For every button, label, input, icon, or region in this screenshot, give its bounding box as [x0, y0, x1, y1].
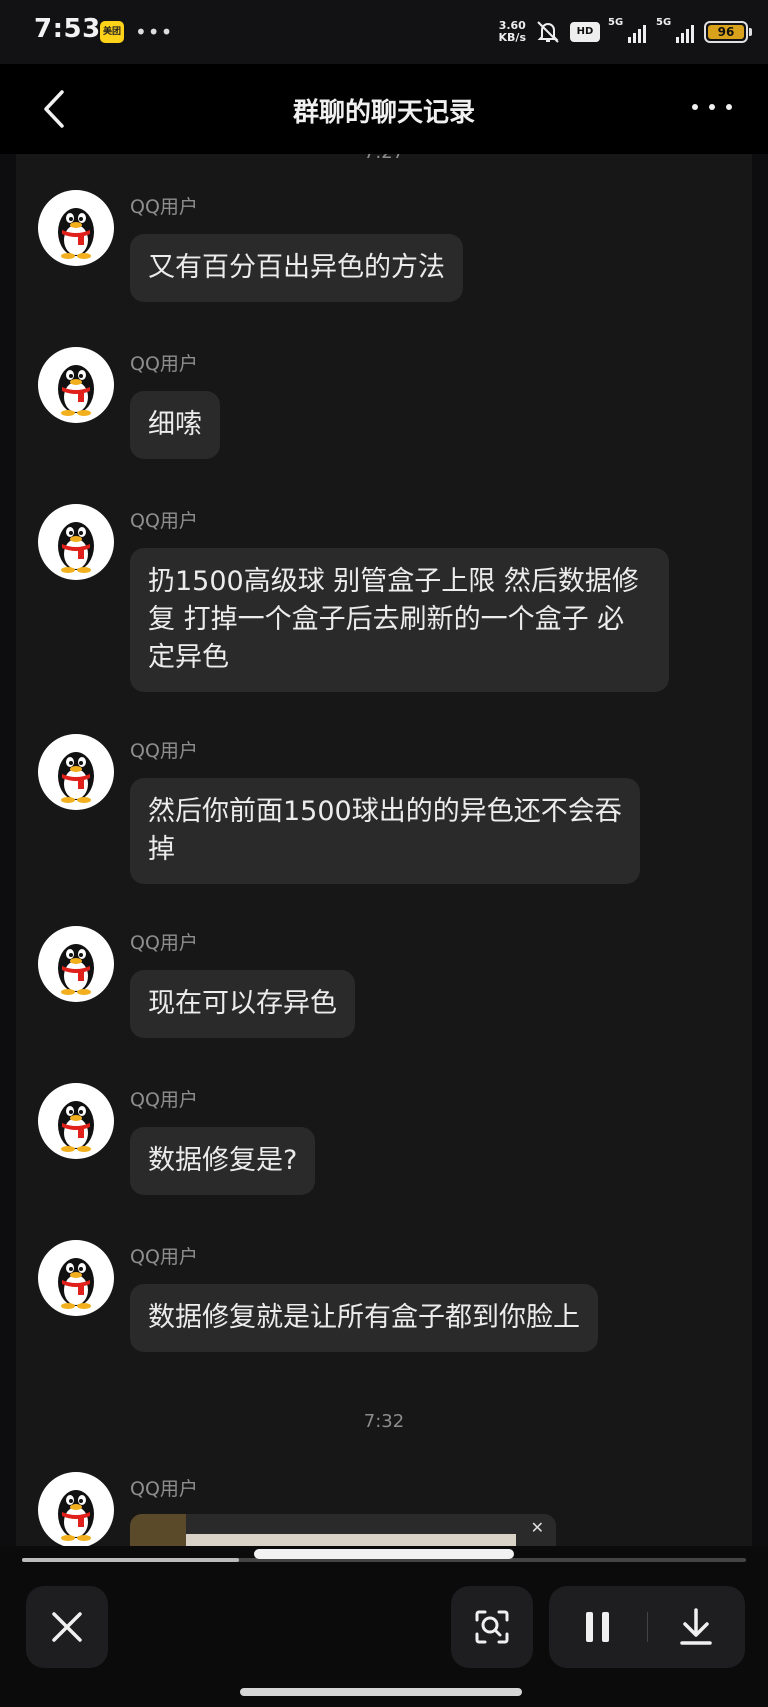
scan-search-icon: [475, 1610, 509, 1644]
bell-muted-icon: [537, 21, 559, 43]
qq-penguin-avatar-icon: [58, 522, 94, 573]
sender-name: QQ用户: [130, 1246, 198, 1268]
message-bubble[interactable]: 现在可以存异色: [130, 970, 355, 1038]
message-bubble[interactable]: 细嗦: [130, 391, 220, 459]
scan-search-button[interactable]: [451, 1586, 533, 1668]
more-horizontal-icon: [692, 104, 698, 110]
download-icon: [680, 1608, 712, 1645]
qq-penguin-avatar-icon: [58, 1258, 94, 1309]
close-icon: [52, 1612, 82, 1642]
avatar[interactable]: [38, 926, 114, 1002]
video-controls: [0, 1546, 768, 1707]
avatar[interactable]: [38, 347, 114, 423]
timestamp: 7:32: [363, 1411, 405, 1432]
download-button[interactable]: [647, 1586, 745, 1668]
chat-history[interactable]: 7:27 QQ用户 又有百分百出异色的方法: [16, 154, 752, 1546]
network-speed: 3.60 KB/s: [499, 20, 526, 44]
message-bubble[interactable]: 扔1500高级球 别管盒子上限 然后数据修复 打掉一个盒子后去刷新的一个盒子 必…: [130, 548, 669, 692]
signal-2-label: 5G: [656, 17, 672, 28]
sender-name: QQ用户: [130, 510, 198, 532]
qq-penguin-avatar-icon: [58, 1101, 94, 1152]
close-icon: ✕: [530, 1518, 544, 1537]
signal-2-icon: 5G: [656, 17, 696, 43]
status-time: 7:53: [34, 14, 101, 44]
page-title: 群聊的聊天记录: [292, 98, 475, 128]
avatar[interactable]: [38, 190, 114, 266]
preview-thumbnail: [130, 1514, 186, 1546]
sender-name: QQ用户: [130, 932, 198, 954]
status-bar: 7:53 美团 ••• 3.60 KB/s HD 5G 5G 96: [0, 0, 768, 64]
video-scrubber-handle[interactable]: [254, 1549, 514, 1559]
meituan-app-badge: 美团: [100, 21, 124, 43]
qq-penguin-avatar-icon: [58, 752, 94, 803]
qq-penguin-avatar-icon: [58, 944, 94, 995]
avatar[interactable]: [38, 1240, 114, 1316]
close-button[interactable]: [26, 1586, 108, 1668]
sender-name: QQ用户: [130, 1089, 198, 1111]
qq-penguin-avatar-icon: [58, 208, 94, 259]
preview-screenshot: [186, 1534, 516, 1546]
pause-button[interactable]: [549, 1586, 647, 1668]
more-notifications-icon: •••: [135, 20, 174, 44]
network-speed-unit: KB/s: [498, 31, 526, 44]
playback-download-group: [549, 1586, 745, 1668]
battery-icon: 96: [704, 21, 752, 43]
qq-penguin-avatar-icon: [58, 365, 94, 416]
image-message-preview[interactable]: ✕: [130, 1514, 556, 1546]
more-options-button[interactable]: [692, 92, 732, 122]
avatar[interactable]: [38, 504, 114, 580]
hd-voice-icon: HD: [570, 22, 600, 42]
sender-name: QQ用户: [130, 196, 198, 218]
timestamp: 7:27: [16, 154, 752, 163]
home-indicator[interactable]: [240, 1688, 522, 1696]
message-bubble[interactable]: 然后你前面1500球出的的异色还不会吞掉: [130, 778, 640, 884]
message-bubble[interactable]: 数据修复是?: [130, 1127, 316, 1195]
message-bubble[interactable]: 又有百分百出异色的方法: [130, 234, 463, 302]
avatar[interactable]: [38, 1472, 114, 1546]
avatar[interactable]: [38, 1083, 114, 1159]
status-indicators: 3.60 KB/s HD 5G 5G 96: [499, 16, 752, 48]
sender-name: QQ用户: [130, 353, 198, 375]
chat-header: 群聊的聊天记录: [0, 64, 768, 154]
signal-1-label: 5G: [608, 17, 624, 28]
signal-1-icon: 5G: [608, 17, 648, 43]
message-bubble[interactable]: 数据修复就是让所有盒子都到你脸上: [130, 1284, 598, 1352]
sender-name: QQ用户: [130, 1478, 198, 1500]
avatar[interactable]: [38, 734, 114, 810]
pause-icon: [586, 1612, 609, 1642]
sender-name: QQ用户: [130, 740, 198, 762]
video-progress-fill: [22, 1558, 240, 1562]
battery-level: 96: [708, 25, 744, 39]
qq-penguin-avatar-icon: [58, 1490, 94, 1541]
